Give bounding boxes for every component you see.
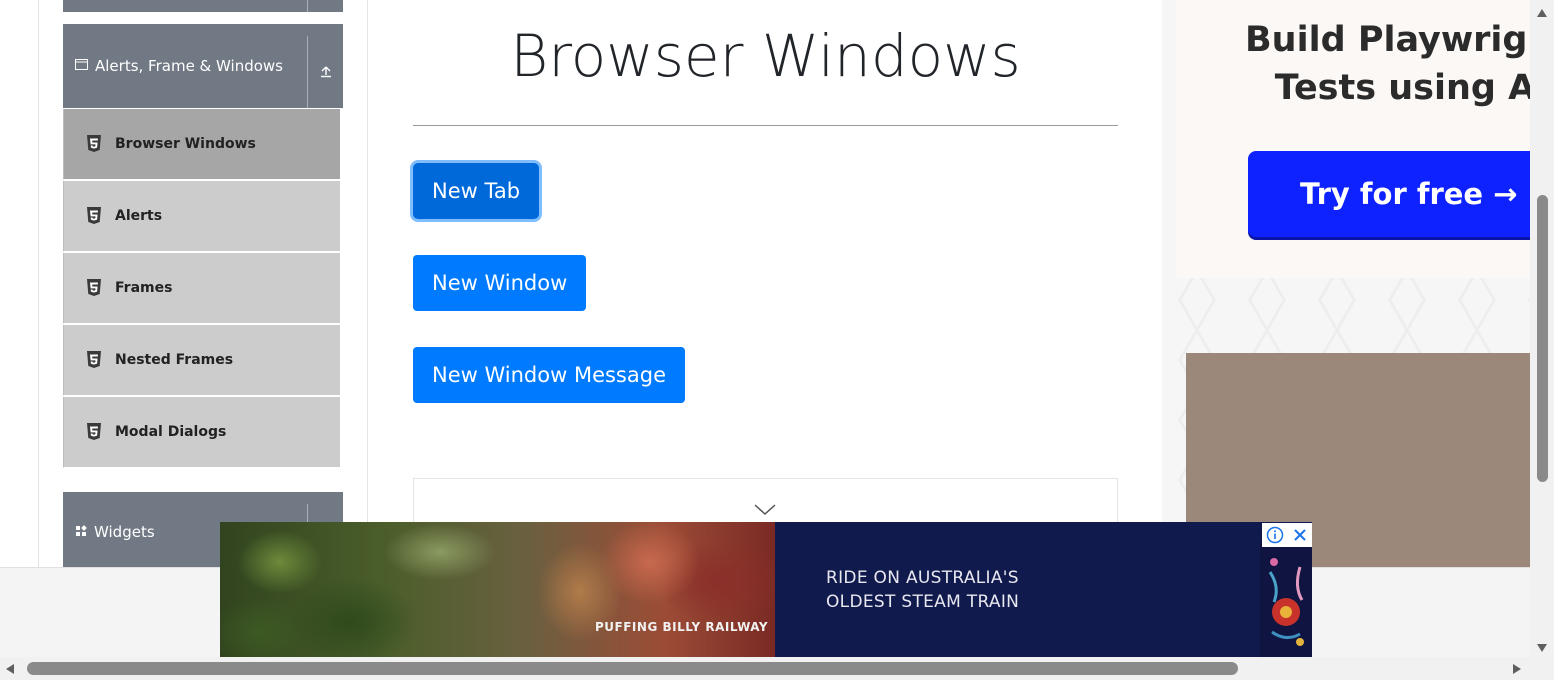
new-tab-button[interactable]: New Tab — [413, 163, 540, 219]
html5-icon — [85, 135, 103, 153]
html5-icon — [85, 207, 103, 225]
sidebar-item-modal-dialogs[interactable]: Modal Dialogs — [63, 397, 340, 468]
sidebar-item-alerts[interactable]: Alerts — [63, 181, 340, 252]
html5-icon — [85, 279, 103, 297]
ad-title-line-1: Build Playwright — [1245, 20, 1530, 60]
sidebar-item-nested-frames[interactable]: Nested Frames — [63, 325, 340, 396]
sidebar-item-browser-windows[interactable]: Browser Windows — [63, 109, 340, 180]
flower-decoration — [1260, 542, 1312, 657]
title-divider — [413, 125, 1118, 126]
group-collapse-toggle[interactable] — [307, 36, 343, 108]
scroll-down-icon[interactable] — [1536, 640, 1548, 658]
try-for-free-button[interactable]: Try for free → — [1248, 151, 1530, 237]
right-ad-column[interactable]: Build Playwright Tests using A Try for f… — [1162, 0, 1530, 567]
new-window-message-button[interactable]: New Window Message — [413, 347, 685, 403]
info-icon[interactable] — [1262, 523, 1287, 547]
banner-headline: RIDE ON AUSTRALIA'S OLDEST STEAM TRAIN — [826, 566, 1019, 614]
group-header-text: Widgets — [94, 523, 155, 541]
group-header-label: Alerts, Frame & Windows — [75, 24, 283, 108]
page-title: Browser Windows — [510, 22, 1021, 90]
chevron-down-icon[interactable] — [754, 503, 776, 521]
banner-photo — [220, 522, 775, 657]
ad-title-line-2: Tests using A — [1274, 68, 1530, 108]
group-toggle-previous[interactable] — [307, 0, 343, 12]
banner-headline-line-1: RIDE ON AUSTRALIA'S — [826, 568, 1019, 588]
scroll-up-icon[interactable] — [1536, 5, 1548, 23]
group-header-alerts-frame-windows[interactable]: Alerts, Frame & Windows — [63, 24, 343, 108]
vertical-scroll-thumb[interactable] — [1537, 195, 1548, 482]
scroll-left-icon[interactable] — [5, 662, 15, 680]
sidebar-right-border — [367, 0, 368, 567]
arrow-up-icon — [320, 64, 332, 81]
sidebar-item-frames[interactable]: Frames — [63, 253, 340, 324]
sidebar-left-border — [38, 0, 39, 567]
vertical-scrollbar[interactable] — [1530, 0, 1554, 657]
group-header-previous[interactable] — [63, 0, 343, 12]
window-icon — [75, 59, 88, 73]
horizontal-scrollbar[interactable] — [0, 657, 1554, 680]
ad-controls[interactable] — [1262, 523, 1312, 547]
sidebar-item-label: Nested Frames — [115, 352, 234, 368]
sidebar-item-label: Modal Dialogs — [115, 424, 227, 440]
bottom-banner-ad[interactable]: PUFFING BILLY RAILWAY RIDE ON AUSTRALIA'… — [220, 522, 1312, 657]
sidebar-item-label: Browser Windows — [115, 136, 256, 152]
html5-icon — [85, 351, 103, 369]
widgets-icon — [75, 524, 87, 540]
html5-icon — [85, 423, 103, 441]
sidebar-item-label: Frames — [115, 280, 173, 296]
banner-photo-caption: PUFFING BILLY RAILWAY — [595, 620, 769, 634]
group-header-text: Alerts, Frame & Windows — [95, 57, 283, 75]
sidebar-item-label: Alerts — [115, 208, 163, 224]
new-window-button[interactable]: New Window — [413, 255, 587, 311]
banner-headline-line-2: OLDEST STEAM TRAIN — [826, 592, 1020, 612]
horizontal-scroll-thumb[interactable] — [27, 662, 1238, 675]
playwright-ad-title: Build Playwright Tests using A — [1245, 16, 1530, 112]
scroll-right-icon[interactable] — [1512, 662, 1522, 680]
close-icon[interactable] — [1287, 523, 1312, 547]
page: Alerts, Frame & Windows Browser Windows … — [0, 0, 1554, 680]
group-header-label: Widgets — [75, 492, 155, 572]
